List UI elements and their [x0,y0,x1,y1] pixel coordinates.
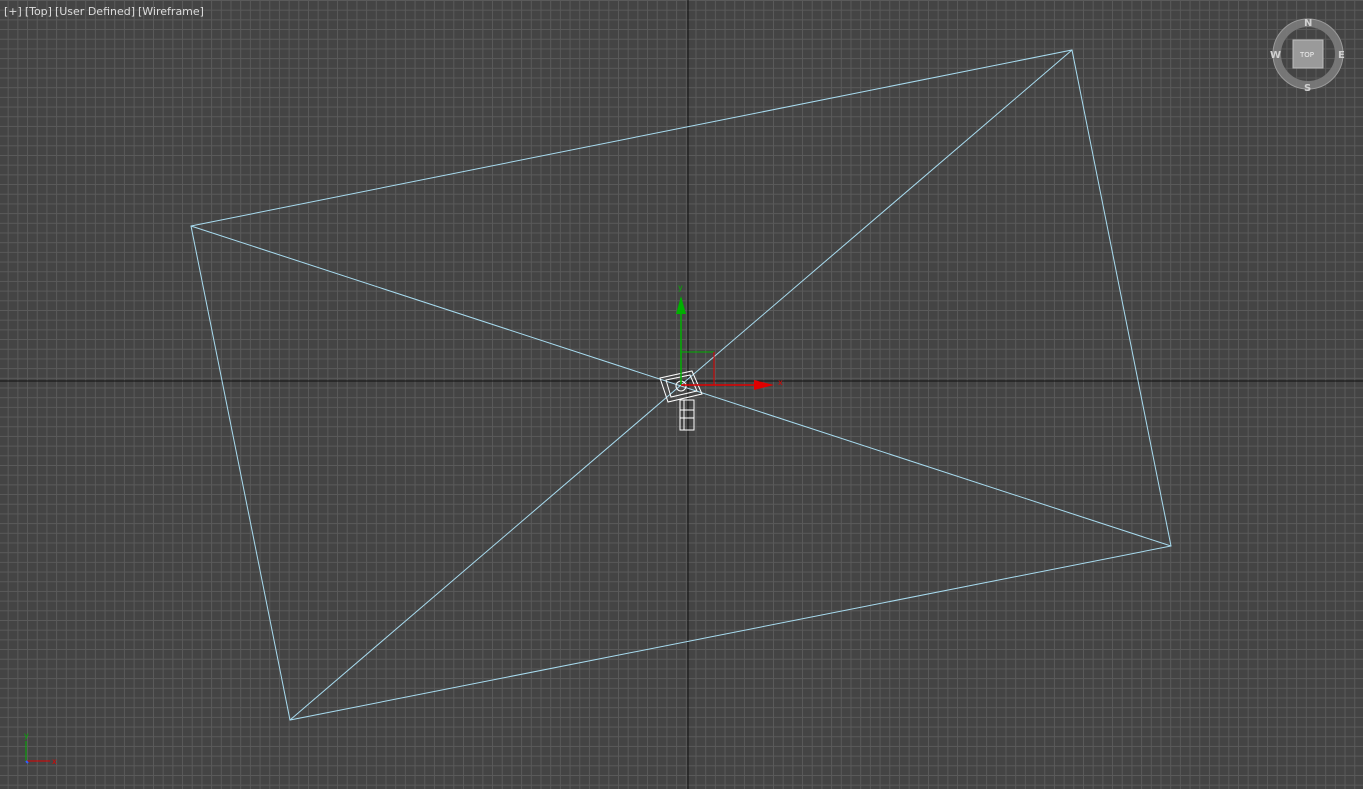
transform-gizmo[interactable]: y x [676,283,783,390]
viewport-top[interactable]: [+] [Top] [User Defined] [Wireframe] y x… [0,0,1363,789]
scene-canvas[interactable]: y x TOP N S E W y x [0,0,1363,789]
view-cube-face-label: TOP [1299,51,1314,59]
gizmo-y-arrow[interactable] [676,296,686,314]
view-cube[interactable]: TOP N S E W [1270,18,1345,94]
world-axis-tripod: y x [24,731,57,766]
viewport-shading-preset-label[interactable]: [User Defined] [55,5,135,18]
world-axis-x-label: x [52,757,57,766]
view-cube-south[interactable]: S [1304,83,1311,94]
world-axis-y-label: y [24,731,29,740]
view-cube-east[interactable]: E [1338,50,1345,61]
view-cube-north[interactable]: N [1304,18,1312,29]
viewport-label-menu: [+] [Top] [User Defined] [Wireframe] [4,5,207,18]
viewport-display-mode-label[interactable]: [Wireframe] [138,5,204,18]
plane-diagonal-a [190,225,1172,547]
gizmo-y-label: y [678,283,683,292]
world-axis-z-dot [25,760,29,764]
viewport-plus-menu[interactable]: [+] [4,5,22,18]
gizmo-x-label: x [778,378,783,387]
camera-mount [679,399,695,431]
view-cube-west[interactable]: W [1270,50,1281,61]
viewport-point-of-view-label[interactable]: [Top] [25,5,52,18]
